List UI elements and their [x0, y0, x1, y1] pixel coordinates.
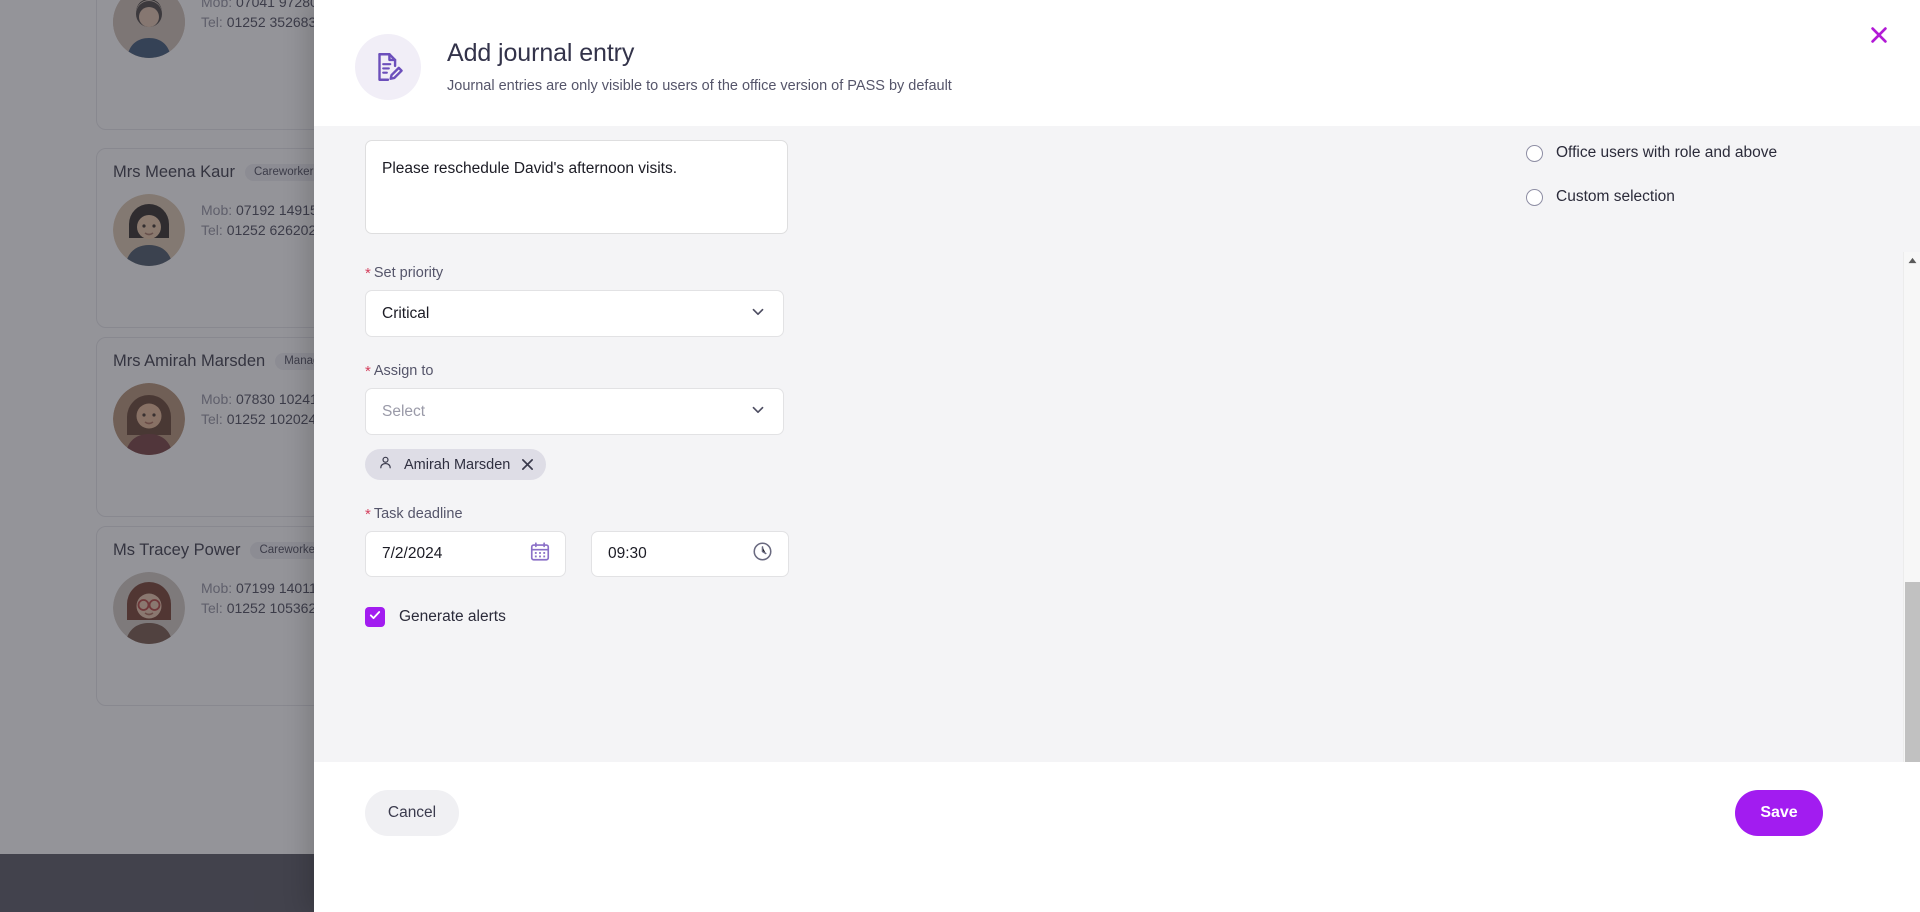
dialog-header: Add journal entry Journal entries are on…	[314, 0, 1920, 126]
radio-icon[interactable]	[1526, 188, 1543, 206]
close-icon[interactable]	[1860, 16, 1898, 54]
person-icon	[378, 455, 393, 474]
journal-edit-icon	[355, 34, 421, 100]
task-deadline-label: * Task deadline	[365, 506, 1074, 522]
radio-icon[interactable]	[1526, 144, 1543, 162]
form-left-column: * Set priority Critical * Assign t	[314, 126, 1074, 762]
chevron-down-icon	[749, 400, 767, 423]
assign-to-label: * Assign to	[365, 363, 1074, 379]
set-priority-select[interactable]: Critical	[365, 290, 784, 337]
cancel-button[interactable]: Cancel	[365, 790, 459, 836]
calendar-icon[interactable]	[529, 541, 551, 568]
chip-remove-icon[interactable]	[521, 458, 534, 471]
journal-note-textarea[interactable]	[365, 140, 788, 234]
dialog-scrollbar[interactable]	[1903, 252, 1920, 762]
save-button[interactable]: Save	[1735, 790, 1823, 836]
set-priority-value: Critical	[382, 304, 430, 322]
form-right-column: Office users with role and above Custom …	[1074, 126, 1903, 762]
scrollbar-thumb[interactable]	[1905, 582, 1920, 762]
clock-icon[interactable]	[751, 540, 774, 568]
radio-label: Custom selection	[1556, 188, 1675, 205]
task-deadline-row: 7/2/2024 09:30	[365, 531, 1074, 577]
label-text: Set priority	[373, 265, 444, 281]
dialog-body: * Set priority Critical * Assign t	[314, 126, 1920, 762]
dialog-subtitle: Journal entries are only visible to user…	[447, 78, 952, 94]
chevron-down-icon	[749, 302, 767, 325]
label-text: Task deadline	[373, 506, 463, 522]
generate-alerts-label: Generate alerts	[399, 608, 506, 625]
visibility-option-office-users[interactable]: Office users with role and above	[1526, 144, 1903, 162]
assigned-person-chip[interactable]: Amirah Marsden	[365, 449, 547, 480]
required-asterisk: *	[365, 265, 371, 282]
task-deadline-date-input[interactable]: 7/2/2024	[365, 531, 566, 577]
required-asterisk: *	[365, 363, 371, 380]
assign-to-placeholder: Select	[382, 402, 426, 420]
visibility-option-custom-selection[interactable]: Custom selection	[1526, 188, 1903, 206]
set-priority-label: * Set priority	[365, 265, 1074, 281]
add-journal-entry-dialog: Add journal entry Journal entries are on…	[314, 0, 1920, 912]
assign-to-select[interactable]: Select	[365, 388, 784, 435]
generate-alerts-checkbox[interactable]	[365, 607, 385, 627]
chip-label: Amirah Marsden	[404, 456, 511, 473]
generate-alerts-row[interactable]: Generate alerts	[365, 607, 1074, 627]
radio-label: Office users with role and above	[1556, 144, 1778, 161]
time-value: 09:30	[608, 545, 647, 562]
task-deadline-time-input[interactable]: 09:30	[591, 531, 789, 577]
caret-up-icon[interactable]	[1904, 252, 1920, 269]
required-asterisk: *	[365, 506, 371, 523]
check-icon	[368, 608, 382, 627]
date-value: 7/2/2024	[382, 545, 443, 562]
label-text: Assign to	[373, 363, 434, 379]
dialog-title: Add journal entry	[447, 39, 635, 67]
dialog-footer: Cancel Save	[314, 762, 1920, 912]
